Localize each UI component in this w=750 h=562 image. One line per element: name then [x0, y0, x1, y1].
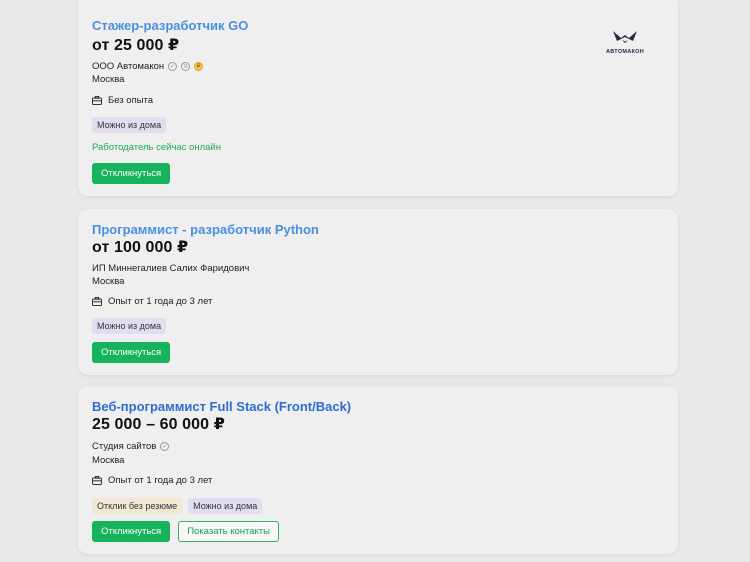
- vacancy-card: Программист - разработчик Python от 100 …: [78, 209, 678, 375]
- experience-label: Опыт от 1 года до 3 лет: [108, 475, 213, 486]
- tag-remote: Можно из дома: [92, 318, 167, 334]
- vacancy-company: Студия сайтов ✓: [92, 441, 170, 452]
- vacancy-salary: 25 000 – 60 000 ₽: [92, 416, 225, 433]
- company-logo-text: АВТОМАКОН: [605, 49, 645, 55]
- id-card-icon: ≡: [181, 62, 191, 71]
- vacancy-city: Москва: [92, 455, 125, 466]
- vacancy-company: ООО Автомакон ✓ ≡ ₽: [92, 61, 204, 72]
- experience-label: Опыт от 1 года до 3 лет: [108, 296, 213, 307]
- check-circle-icon: ✓: [168, 62, 178, 71]
- vacancy-city: Москва: [92, 74, 125, 85]
- vacancy-company: ИП Миннегалиев Салих Фаридович: [92, 263, 249, 274]
- check-circle-icon: ✓: [160, 442, 170, 451]
- tag-remote: Можно из дома: [92, 117, 167, 133]
- company-name-link[interactable]: ИП Миннегалиев Салих Фаридович: [92, 263, 249, 274]
- vacancy-city: Москва: [92, 276, 125, 287]
- briefcase-icon: [92, 96, 102, 105]
- card-actions: Откликнуться: [92, 163, 171, 184]
- briefcase-icon: [92, 297, 102, 306]
- vacancy-experience: Опыт от 1 года до 3 лет: [92, 475, 212, 486]
- vacancy-title-link[interactable]: Веб-программист Full Stack (Front/Back): [92, 399, 351, 414]
- vacancy-title-link[interactable]: Программист - разработчик Python: [92, 222, 319, 237]
- respond-button[interactable]: Откликнуться: [92, 342, 171, 363]
- vacancy-tags: Можно из дома: [92, 117, 167, 133]
- gold-coin-icon: ₽: [194, 62, 204, 71]
- employer-online-status: Работодатель сейчас онлайн: [92, 142, 221, 153]
- card-actions: Откликнуться Показать контакты: [92, 521, 279, 542]
- respond-button[interactable]: Откликнуться: [92, 521, 171, 542]
- vacancy-salary: от 25 000 ₽: [92, 37, 180, 54]
- experience-label: Без опыта: [108, 95, 154, 106]
- show-contacts-button[interactable]: Показать контакты: [178, 521, 279, 542]
- vacancy-card: Веб-программист Full Stack (Front/Back) …: [78, 386, 678, 554]
- vacancy-tags: Отклик без резюме Можно из дома: [92, 498, 263, 514]
- respond-button[interactable]: Откликнуться: [92, 163, 171, 184]
- card-actions: Откликнуться: [92, 342, 171, 363]
- company-logo[interactable]: АВТОМАКОН: [600, 30, 650, 55]
- vacancy-card: Стажер-разработчик GO от 25 000 ₽ ООО Ав…: [78, 0, 678, 196]
- company-name-link[interactable]: ООО Автомакон: [92, 61, 164, 72]
- vacancy-experience: Опыт от 1 года до 3 лет: [92, 296, 212, 307]
- tag-remote: Можно из дома: [188, 498, 263, 514]
- company-logo-emblem: [613, 31, 637, 43]
- vacancy-tags: Можно из дома: [92, 318, 167, 334]
- vacancy-salary: от 100 000 ₽: [92, 239, 189, 256]
- vacancy-title-link[interactable]: Стажер-разработчик GO: [92, 18, 248, 33]
- vacancy-experience: Без опыта: [92, 95, 153, 106]
- briefcase-icon: [92, 476, 102, 485]
- company-name-link[interactable]: Студия сайтов: [92, 441, 156, 452]
- tag-no-resume: Отклик без резюме: [92, 498, 183, 514]
